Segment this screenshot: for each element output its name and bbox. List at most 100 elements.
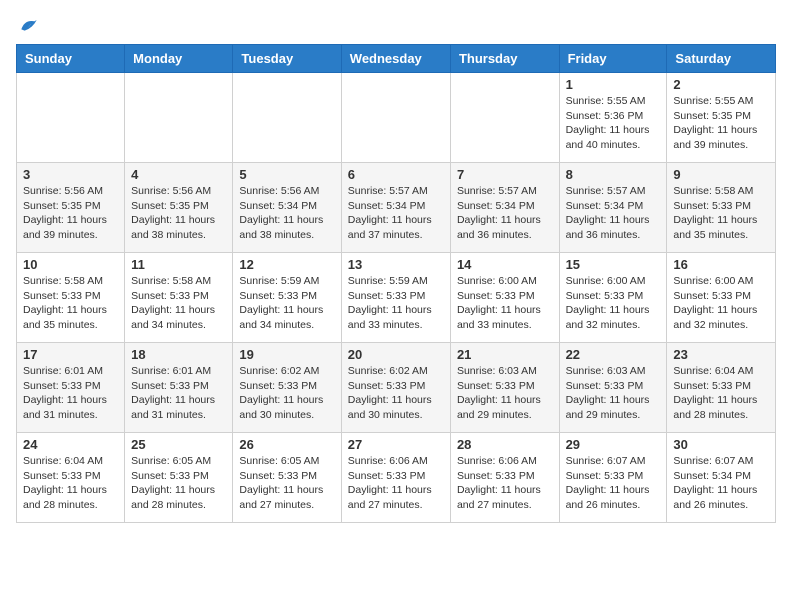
day-info: Sunrise: 5:59 AM Sunset: 5:33 PM Dayligh… (239, 274, 334, 333)
logo (16, 16, 38, 36)
calendar-cell: 13 Sunrise: 5:59 AM Sunset: 5:33 PM Dayli… (341, 253, 450, 343)
calendar-table: SundayMondayTuesdayWednesdayThursdayFrid… (16, 44, 776, 523)
calendar-cell: 28 Sunrise: 6:06 AM Sunset: 5:33 PM Dayli… (450, 433, 559, 523)
calendar-cell: 7Sunrise: 5:57 AM Sunset: 5:34 PM Daylig… (450, 163, 559, 253)
calendar-cell: 24Sunrise: 6:04 AM Sunset: 5:33 PM Dayli… (17, 433, 125, 523)
day-number: 15 (566, 257, 661, 272)
day-number: 12 (239, 257, 334, 272)
calendar-cell: 5 Sunrise: 5:56 AM Sunset: 5:34 PM Daylig… (233, 163, 341, 253)
calendar-cell: 23Sunrise: 6:04 AM Sunset: 5:33 PM Dayli… (667, 343, 776, 433)
day-info: Sunrise: 6:02 AM Sunset: 5:33 PM Dayligh… (348, 364, 444, 423)
calendar-cell: 2Sunrise: 5:55 AM Sunset: 5:35 PM Daylig… (667, 73, 776, 163)
day-number: 19 (239, 347, 334, 362)
day-info: Sunrise: 5:55 AM Sunset: 5:36 PM Dayligh… (566, 94, 661, 153)
calendar-cell: 3Sunrise: 5:56 AM Sunset: 5:35 PM Daylig… (17, 163, 125, 253)
day-number: 17 (23, 347, 118, 362)
day-info: Sunrise: 6:07 AM Sunset: 5:34 PM Dayligh… (673, 454, 769, 513)
day-info: Sunrise: 5:59 AM Sunset: 5:33 PM Dayligh… (348, 274, 444, 333)
day-info: Sunrise: 6:06 AM Sunset: 5:33 PM Dayligh… (348, 454, 444, 513)
day-number: 8 (566, 167, 661, 182)
calendar-cell: 18 Sunrise: 6:01 AM Sunset: 5:33 PM Dayli… (125, 343, 233, 433)
day-number: 4 (131, 167, 226, 182)
day-number: 11 (131, 257, 226, 272)
calendar-week-row: 17 Sunrise: 6:01 AM Sunset: 5:33 PM Dayli… (17, 343, 776, 433)
day-info: Sunrise: 5:56 AM Sunset: 5:35 PM Dayligh… (23, 184, 118, 243)
calendar-cell: 27 Sunrise: 6:06 AM Sunset: 5:33 PM Dayli… (341, 433, 450, 523)
calendar-cell: 19 Sunrise: 6:02 AM Sunset: 5:33 PM Dayli… (233, 343, 341, 433)
day-number: 16 (673, 257, 769, 272)
day-info: Sunrise: 6:03 AM Sunset: 5:33 PM Dayligh… (457, 364, 553, 423)
day-of-week-header: Friday (559, 45, 667, 73)
day-info: Sunrise: 6:00 AM Sunset: 5:33 PM Dayligh… (566, 274, 661, 333)
day-info: Sunrise: 5:58 AM Sunset: 5:33 PM Dayligh… (23, 274, 118, 333)
day-number: 13 (348, 257, 444, 272)
day-info: Sunrise: 6:02 AM Sunset: 5:33 PM Dayligh… (239, 364, 334, 423)
calendar-cell: 9 Sunrise: 5:58 AM Sunset: 5:33 PM Daylig… (667, 163, 776, 253)
calendar-week-row: 10 Sunrise: 5:58 AM Sunset: 5:33 PM Dayli… (17, 253, 776, 343)
day-of-week-header: Tuesday (233, 45, 341, 73)
calendar-cell (17, 73, 125, 163)
day-info: Sunrise: 5:57 AM Sunset: 5:34 PM Dayligh… (348, 184, 444, 243)
logo-bird-icon (18, 16, 38, 36)
calendar-cell: 26 Sunrise: 6:05 AM Sunset: 5:33 PM Dayli… (233, 433, 341, 523)
day-number: 22 (566, 347, 661, 362)
calendar-week-row: 1 Sunrise: 5:55 AM Sunset: 5:36 PM Daylig… (17, 73, 776, 163)
day-number: 10 (23, 257, 118, 272)
calendar-header-row: SundayMondayTuesdayWednesdayThursdayFrid… (17, 45, 776, 73)
day-info: Sunrise: 6:01 AM Sunset: 5:33 PM Dayligh… (23, 364, 118, 423)
day-number: 6 (348, 167, 444, 182)
calendar-cell: 10 Sunrise: 5:58 AM Sunset: 5:33 PM Dayli… (17, 253, 125, 343)
calendar-cell: 1 Sunrise: 5:55 AM Sunset: 5:36 PM Daylig… (559, 73, 667, 163)
calendar-cell: 25 Sunrise: 6:05 AM Sunset: 5:33 PM Dayli… (125, 433, 233, 523)
day-info: Sunrise: 5:57 AM Sunset: 5:34 PM Dayligh… (566, 184, 661, 243)
day-info: Sunrise: 6:00 AM Sunset: 5:33 PM Dayligh… (457, 274, 553, 333)
day-number: 7 (457, 167, 553, 182)
day-number: 1 (566, 77, 661, 92)
calendar-cell (125, 73, 233, 163)
day-info: Sunrise: 6:07 AM Sunset: 5:33 PM Dayligh… (566, 454, 661, 513)
calendar-cell: 29Sunrise: 6:07 AM Sunset: 5:33 PM Dayli… (559, 433, 667, 523)
day-number: 25 (131, 437, 226, 452)
day-number: 20 (348, 347, 444, 362)
calendar-cell (233, 73, 341, 163)
calendar-cell: 11 Sunrise: 5:58 AM Sunset: 5:33 PM Dayli… (125, 253, 233, 343)
day-of-week-header: Thursday (450, 45, 559, 73)
day-of-week-header: Sunday (17, 45, 125, 73)
day-info: Sunrise: 6:06 AM Sunset: 5:33 PM Dayligh… (457, 454, 553, 513)
calendar-cell: 15 Sunrise: 6:00 AM Sunset: 5:33 PM Dayli… (559, 253, 667, 343)
day-number: 27 (348, 437, 444, 452)
day-info: Sunrise: 5:55 AM Sunset: 5:35 PM Dayligh… (673, 94, 769, 153)
day-number: 24 (23, 437, 118, 452)
calendar-cell (450, 73, 559, 163)
day-info: Sunrise: 6:05 AM Sunset: 5:33 PM Dayligh… (131, 454, 226, 513)
page-header (16, 16, 776, 36)
day-info: Sunrise: 5:56 AM Sunset: 5:34 PM Dayligh… (239, 184, 334, 243)
day-number: 5 (239, 167, 334, 182)
day-number: 9 (673, 167, 769, 182)
day-number: 23 (673, 347, 769, 362)
calendar-cell: 30 Sunrise: 6:07 AM Sunset: 5:34 PM Dayli… (667, 433, 776, 523)
calendar-cell: 8 Sunrise: 5:57 AM Sunset: 5:34 PM Daylig… (559, 163, 667, 253)
day-info: Sunrise: 5:58 AM Sunset: 5:33 PM Dayligh… (131, 274, 226, 333)
day-number: 18 (131, 347, 226, 362)
calendar-cell (341, 73, 450, 163)
calendar-cell: 4 Sunrise: 5:56 AM Sunset: 5:35 PM Daylig… (125, 163, 233, 253)
day-number: 30 (673, 437, 769, 452)
calendar-cell: 16Sunrise: 6:00 AM Sunset: 5:33 PM Dayli… (667, 253, 776, 343)
calendar-week-row: 3Sunrise: 5:56 AM Sunset: 5:35 PM Daylig… (17, 163, 776, 253)
calendar-cell: 22Sunrise: 6:03 AM Sunset: 5:33 PM Dayli… (559, 343, 667, 433)
day-info: Sunrise: 5:58 AM Sunset: 5:33 PM Dayligh… (673, 184, 769, 243)
day-number: 28 (457, 437, 553, 452)
calendar-cell: 20 Sunrise: 6:02 AM Sunset: 5:33 PM Dayli… (341, 343, 450, 433)
calendar-week-row: 24Sunrise: 6:04 AM Sunset: 5:33 PM Dayli… (17, 433, 776, 523)
day-number: 26 (239, 437, 334, 452)
day-number: 14 (457, 257, 553, 272)
calendar-cell: 17 Sunrise: 6:01 AM Sunset: 5:33 PM Dayli… (17, 343, 125, 433)
day-info: Sunrise: 6:05 AM Sunset: 5:33 PM Dayligh… (239, 454, 334, 513)
day-number: 21 (457, 347, 553, 362)
day-info: Sunrise: 6:01 AM Sunset: 5:33 PM Dayligh… (131, 364, 226, 423)
day-of-week-header: Wednesday (341, 45, 450, 73)
calendar-cell: 21 Sunrise: 6:03 AM Sunset: 5:33 PM Dayli… (450, 343, 559, 433)
day-info: Sunrise: 5:56 AM Sunset: 5:35 PM Dayligh… (131, 184, 226, 243)
calendar-cell: 12 Sunrise: 5:59 AM Sunset: 5:33 PM Dayli… (233, 253, 341, 343)
